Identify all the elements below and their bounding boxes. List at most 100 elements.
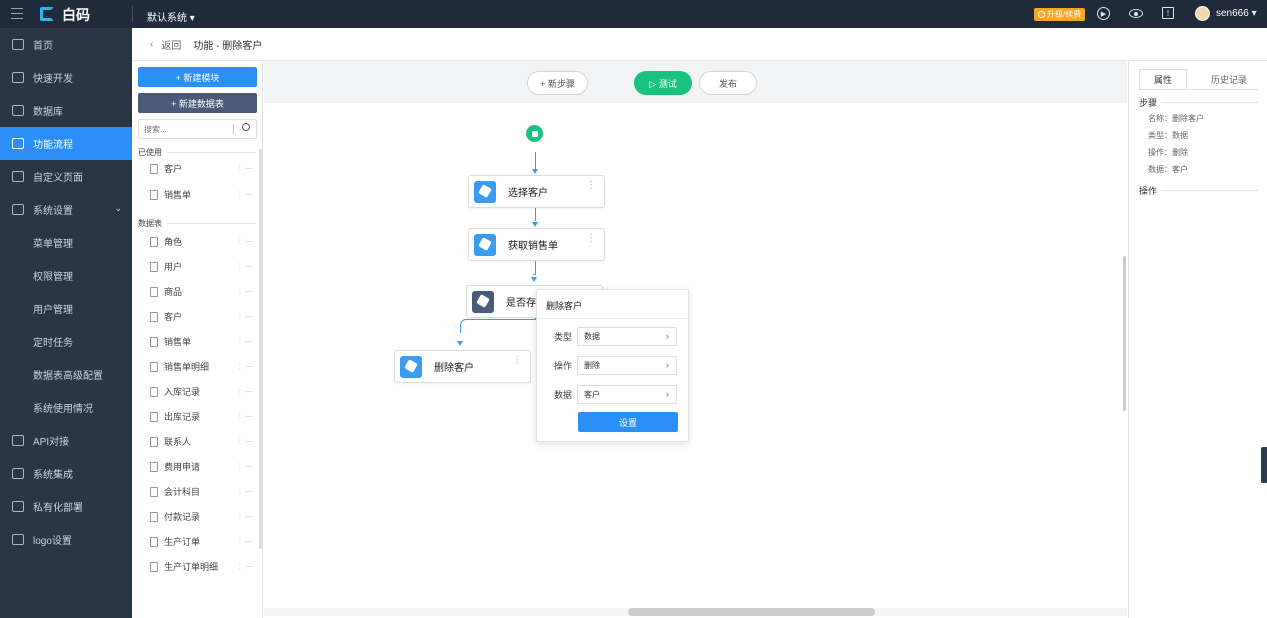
eye-icon[interactable] — [1129, 9, 1143, 18]
settings-button[interactable]: 设置 — [578, 412, 678, 432]
breadcrumb: ‹ 返回 功能 - 删除客户 — [132, 28, 1267, 61]
row-actions-icon[interactable]: ⫶ ⋯ — [239, 237, 254, 247]
back-arrow-icon[interactable]: ‹ — [150, 39, 153, 50]
tab-properties[interactable]: 属性 — [1139, 69, 1187, 89]
row-actions-icon[interactable]: ⫶ ⋯ — [239, 437, 254, 447]
row-actions-icon[interactable]: ⫶ ⋯ — [239, 537, 254, 547]
sidebar-item-custom-page[interactable]: 自定义页面 — [0, 160, 132, 193]
table-list-item[interactable]: 销售单明细 ⫶ ⋯ — [150, 360, 258, 373]
table-list-item[interactable]: 客户 ⫶ ⋯ — [150, 310, 258, 323]
row-actions-icon[interactable]: ⫶ ⋯ — [239, 312, 254, 322]
sidebar-item-scheduled[interactable]: 定时任务 — [0, 325, 132, 358]
new-table-button[interactable]: + 新建数据表 — [138, 93, 257, 113]
row-actions-icon[interactable]: ⫶ ⋯ — [239, 164, 254, 174]
search-input[interactable] — [139, 120, 231, 138]
sidebar-item-api[interactable]: API对接 — [0, 424, 132, 457]
side-handle[interactable] — [1261, 447, 1267, 483]
row-actions-icon[interactable]: ⫶ ⋯ — [239, 190, 254, 200]
operation-row: 操作 删除 › — [554, 356, 678, 375]
flow-start-icon[interactable] — [526, 125, 543, 142]
table-list-item[interactable]: 入库记录 ⫶ ⋯ — [150, 385, 258, 398]
tab-history[interactable]: 历史记录 — [1199, 69, 1259, 89]
kebab-menu-icon[interactable]: ⋮ — [586, 233, 596, 244]
table-list-item[interactable]: 联系人 ⫶ ⋯ — [150, 435, 258, 448]
system-select[interactable]: 默认系统 ▾ — [147, 9, 195, 24]
back-link[interactable]: 返回 — [161, 37, 181, 52]
canvas-v-scrollbar[interactable] — [1123, 256, 1126, 411]
sidebar-item-permission[interactable]: 权限管理 — [0, 259, 132, 292]
sidebar-item-private-deploy[interactable]: 私有化部署 — [0, 490, 132, 523]
top-bar: 白码 默认系统 ▾ 升级/续费 ▶ ! sen666 ▾ — [0, 0, 1267, 28]
operation-select[interactable]: 删除 › — [577, 356, 678, 375]
panel-scrollbar[interactable] — [259, 149, 262, 549]
row-actions-icon[interactable]: ⫶ ⋯ — [239, 287, 254, 297]
help-icon[interactable]: ! — [1162, 7, 1174, 19]
sidebar-item-integration[interactable]: 系统集成 — [0, 457, 132, 490]
used-table-item[interactable]: 客户 ⫶ ⋯ — [150, 162, 258, 175]
node-delete-customer[interactable]: 删除客户 ⋮ — [394, 350, 531, 383]
table-name: 费用申请 — [164, 462, 201, 472]
document-icon — [150, 236, 158, 247]
data-select[interactable]: 客户 › — [577, 385, 678, 404]
table-name: 联系人 — [164, 437, 192, 447]
play-icon[interactable]: ▶ — [1097, 7, 1110, 20]
new-module-button[interactable]: + 新建模块 — [138, 67, 257, 87]
sidebar-item-label: 系统使用情况 — [33, 404, 93, 415]
row-actions-icon[interactable]: ⫶ ⋯ — [239, 412, 254, 422]
table-list-item[interactable]: 会计科目 ⫶ ⋯ — [150, 485, 258, 498]
logo-text: 白码 — [62, 7, 90, 23]
row-actions-icon[interactable]: ⫶ ⋯ — [239, 487, 254, 497]
sidebar-item-database[interactable]: 数据库 — [0, 94, 132, 127]
sidebar-item-logo[interactable]: logo设置 — [0, 523, 132, 556]
search-icon[interactable] — [242, 123, 250, 131]
sidebar-item-workflow[interactable]: 功能流程 — [0, 127, 132, 160]
row-actions-icon[interactable]: ⫶ ⋯ — [239, 362, 254, 372]
table-list-item[interactable]: 用户 ⫶ ⋯ — [150, 260, 258, 273]
kebab-menu-icon[interactable]: ⋮ — [586, 180, 596, 191]
sidebar-item-table-config[interactable]: 数据表高级配置 — [0, 358, 132, 391]
kebab-menu-icon[interactable]: ⋮ — [512, 355, 522, 366]
sidebar-item-menu-mgmt[interactable]: 菜单管理 — [0, 226, 132, 259]
username[interactable]: sen666 ▾ — [1216, 8, 1257, 19]
scrollbar-thumb[interactable] — [628, 608, 875, 616]
step-name: 名称：删除客户 — [1148, 114, 1204, 123]
type-value: 数据 — [584, 332, 601, 341]
type-select[interactable]: 数据 › — [577, 327, 678, 346]
new-step-button[interactable]: + 新步骤 — [527, 71, 588, 95]
avatar[interactable] — [1195, 6, 1210, 21]
table-list-item[interactable]: 出库记录 ⫶ ⋯ — [150, 410, 258, 423]
table-list-item[interactable]: 销售单 ⫶ ⋯ — [150, 335, 258, 348]
row-actions-icon[interactable]: ⫶ ⋯ — [239, 262, 254, 272]
table-name: 生产订单明细 — [164, 562, 219, 572]
table-list-item[interactable]: 商品 ⫶ ⋯ — [150, 285, 258, 298]
sidebar-item-label: 系统集成 — [33, 470, 73, 481]
document-icon — [150, 411, 158, 422]
row-actions-icon[interactable]: ⫶ ⋯ — [239, 387, 254, 397]
canvas-h-scrollbar[interactable] — [264, 608, 1127, 616]
tab-underline — [1139, 89, 1259, 90]
table-list-item[interactable]: 角色 ⫶ ⋯ — [150, 235, 258, 248]
sidebar-item-home[interactable]: 首页 — [0, 28, 132, 61]
section-label: 步骤 — [1139, 98, 1158, 108]
row-actions-icon[interactable]: ⫶ ⋯ — [239, 512, 254, 522]
table-list-item[interactable]: 费用申请 ⫶ ⋯ — [150, 460, 258, 473]
row-actions-icon[interactable]: ⫶ ⋯ — [239, 337, 254, 347]
document-icon — [150, 261, 158, 272]
publish-button[interactable]: 发布 — [699, 71, 757, 95]
used-table-item[interactable]: 销售单 ⫶ ⋯ — [150, 188, 258, 201]
sidebar-item-users[interactable]: 用户管理 — [0, 292, 132, 325]
test-button[interactable]: ▷ 测试 — [634, 71, 692, 95]
table-list-item[interactable]: 生产订单明细 ⫶ ⋯ — [150, 560, 258, 573]
upgrade-badge[interactable]: 升级/续费 — [1034, 8, 1086, 21]
menu-toggle-icon[interactable] — [11, 8, 23, 19]
table-list-item[interactable]: 付款记录 ⫶ ⋯ — [150, 510, 258, 523]
table-list-item[interactable]: 生产订单 ⫶ ⋯ — [150, 535, 258, 548]
node-select-customer[interactable]: 选择客户 ⋮ — [468, 175, 605, 208]
row-actions-icon[interactable]: ⫶ ⋯ — [239, 562, 254, 572]
sidebar-item-quick-dev[interactable]: 快速开发 — [0, 61, 132, 94]
sidebar-item-usage[interactable]: 系统使用情况 — [0, 391, 132, 424]
flow-canvas[interactable]: + 新步骤 ▷ 测试 发布 选择客户 ⋮ 获取销售单 ⋮ 是否存 删除客户 ⋮ … — [264, 61, 1127, 618]
sidebar-item-settings[interactable]: 系统设置 ⌄ — [0, 193, 132, 226]
row-actions-icon[interactable]: ⫶ ⋯ — [239, 462, 254, 472]
node-get-sales-order[interactable]: 获取销售单 ⋮ — [468, 228, 605, 261]
